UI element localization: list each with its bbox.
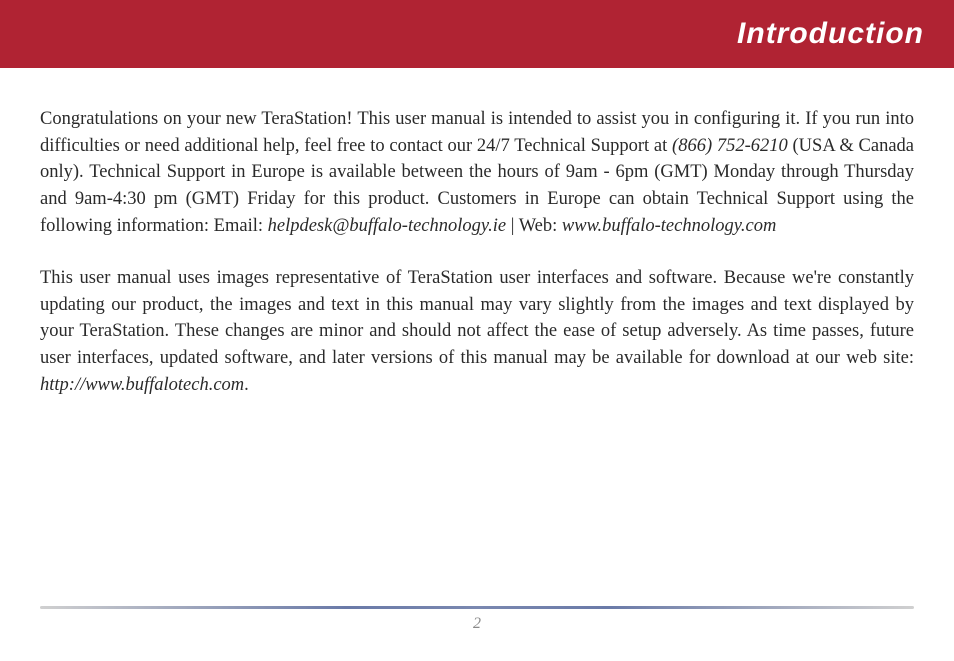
header-bar: Introduction (0, 0, 954, 68)
content-area: Congratulations on your new TeraStation!… (0, 68, 954, 398)
text-segment: . (244, 375, 249, 395)
support-email: helpdesk@buffalo-technology.ie (268, 216, 506, 236)
page-number: 2 (40, 615, 914, 633)
page-title: Introduction (737, 17, 924, 51)
intro-paragraph-1: Congratulations on your new TeraStation!… (40, 106, 914, 239)
text-segment: | Web: (506, 216, 562, 236)
website-url: http://www.buffalotech.com (40, 375, 244, 395)
support-web: www.buffalo-technology.com (562, 216, 776, 236)
phone-number: (866) 752-6210 (672, 136, 788, 156)
text-segment: This user manual uses images representat… (40, 268, 914, 368)
footer-divider (40, 606, 914, 609)
page-footer: 2 (40, 606, 914, 633)
intro-paragraph-2: This user manual uses images representat… (40, 265, 914, 398)
